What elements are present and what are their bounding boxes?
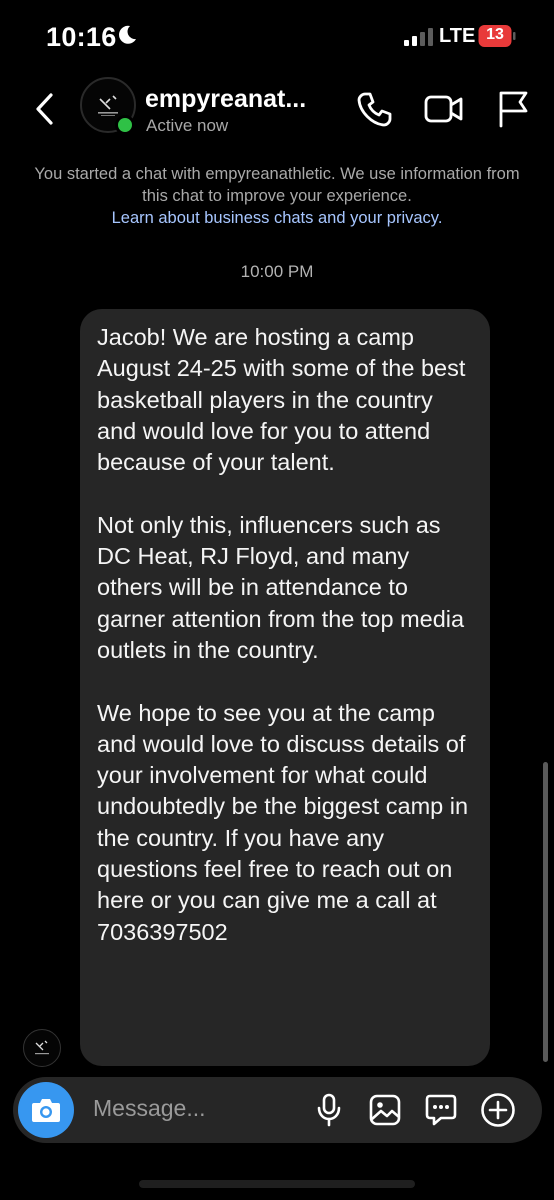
sender-avatar[interactable] [23,1029,61,1067]
message-paragraph: We hope to see you at the camp and would… [97,699,469,945]
home-indicator [139,1180,415,1188]
battery-icon: 13 [478,24,516,48]
microphone-icon[interactable] [316,1093,342,1127]
moon-icon [119,25,136,44]
network-type: LTE [439,25,476,47]
chat-screen: 10:16 LTE 13 empyreanat... Active now Yo… [0,0,554,1200]
flag-icon[interactable] [496,90,530,128]
gallery-icon[interactable] [369,1094,401,1126]
battery-level: 13 [486,26,504,43]
signal-icon [404,28,433,46]
notice-text: You started a chat with empyreanathletic… [34,165,520,205]
status-time: 10:16 [46,22,117,52]
message-input[interactable]: Message... [93,1095,206,1122]
message-bubble[interactable]: Jacob! We are hosting a camp August 24-2… [80,309,490,1066]
business-chat-notice: You started a chat with empyreanathletic… [20,163,534,229]
camera-button[interactable] [18,1082,74,1138]
sticker-icon[interactable] [424,1093,458,1127]
scrollbar[interactable] [543,762,548,1062]
phone-icon[interactable] [356,90,394,128]
status-bar: 10:16 LTE 13 [0,0,554,70]
camera-icon [32,1099,60,1122]
video-camera-icon[interactable] [424,92,464,126]
active-status-dot [115,115,135,135]
message-paragraph: Jacob! We are hosting a camp August 24-2… [97,324,466,476]
message-composer: Message... [13,1077,542,1143]
privacy-link[interactable]: Learn about business chats and your priv… [20,207,534,229]
message-timestamp: 10:00 PM [240,262,314,281]
chat-header: empyreanat... Active now [0,70,554,150]
message-paragraph: Not only this, influencers such as DC He… [97,511,465,663]
contact-status: Active now [146,116,229,135]
plus-icon[interactable] [480,1092,516,1128]
contact-name[interactable]: empyreanat... [145,85,306,114]
chevron-left-icon[interactable] [32,92,58,126]
brand-logo-icon [35,1040,49,1055]
